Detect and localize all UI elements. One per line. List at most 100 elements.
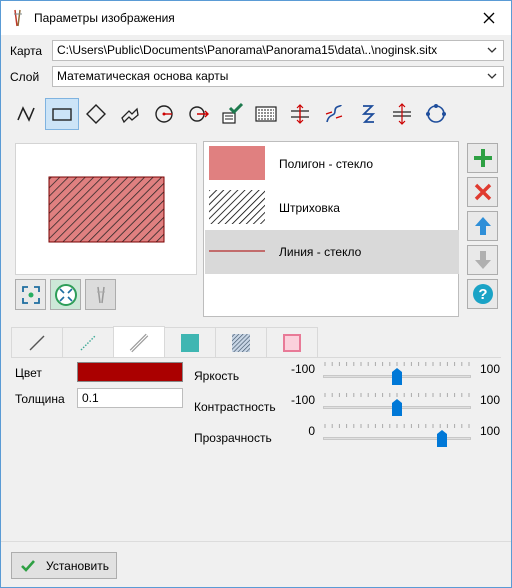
slider-ticks [324, 424, 470, 428]
slider-thumb[interactable] [392, 399, 402, 416]
fit-view-button[interactable] [15, 279, 46, 310]
transparency-max: 100 [480, 424, 501, 438]
color-picker[interactable] [77, 362, 183, 382]
circle-point-tool-button[interactable] [147, 98, 181, 130]
thickness-input[interactable]: 0.1 [77, 388, 183, 408]
paste-style-tool-button[interactable] [215, 98, 249, 130]
dotted-line-icon [80, 335, 96, 351]
arrow-shape-tool-icon [121, 107, 139, 124]
legend-item-label: Штриховка [279, 201, 340, 215]
curve-tool-icon [325, 104, 343, 123]
hatch-fill-icon [232, 334, 250, 352]
line-tool-icon [17, 106, 35, 122]
brightness-max: 100 [480, 362, 501, 376]
circle-arrow-tool-button[interactable] [181, 98, 215, 130]
tab-divider [11, 357, 501, 358]
move-down-button[interactable] [467, 245, 498, 275]
s-curve-tool-button[interactable] [351, 98, 385, 130]
cross-lines-tool-icon [291, 104, 309, 124]
help-button[interactable]: ? [467, 279, 498, 309]
tab-fill[interactable] [164, 327, 216, 358]
hatched-rectangle-preview [48, 176, 165, 243]
slider-thumb[interactable] [392, 368, 402, 385]
legend-list: Полигон - стекло Штриховка Линия - стекл… [203, 141, 459, 317]
layer-select[interactable]: Математическая основа карты [52, 66, 504, 87]
brightness-slider[interactable] [323, 361, 471, 385]
color-label: Цвет [15, 366, 42, 380]
paste-style-tool-icon [222, 102, 244, 124]
zoom-center-button[interactable] [50, 279, 81, 310]
move-up-button[interactable] [467, 211, 498, 241]
slider-ticks [324, 393, 470, 397]
brush-button[interactable] [85, 279, 116, 310]
delete-button[interactable] [467, 177, 498, 207]
transparency-min: 0 [308, 424, 315, 438]
footer-divider [1, 541, 511, 542]
diamond-tool-button[interactable] [79, 98, 113, 130]
tab-line-style[interactable] [11, 327, 63, 358]
contrast-min: -100 [290, 393, 315, 407]
style-preview [15, 143, 197, 275]
thickness-label: Толщина [15, 392, 65, 406]
expand-icon [21, 285, 40, 304]
legend-item-polygon[interactable]: Полигон - стекло [205, 142, 459, 186]
legend-item-label: Линия - стекло [279, 245, 362, 259]
solid-line-icon [29, 335, 45, 351]
circle-refresh-tool-icon [426, 104, 446, 123]
legend-item-label: Полигон - стекло [279, 157, 374, 171]
tab-glass-line[interactable] [113, 326, 165, 358]
app-icon [14, 9, 22, 27]
tab-hatch[interactable] [215, 327, 267, 358]
contrast-slider[interactable] [323, 392, 471, 416]
tab-dotted-line[interactable] [62, 327, 114, 358]
line-swatch [209, 250, 265, 252]
map-label: Карта [10, 44, 43, 58]
hatch-tool-button[interactable] [249, 98, 283, 130]
slider-thumb[interactable] [437, 430, 447, 447]
rectangle-tool-icon [52, 108, 72, 121]
layer-select-value: Математическая основа карты [57, 69, 229, 83]
checkmark-icon [21, 559, 35, 572]
tab-glass-fill[interactable] [266, 327, 318, 358]
layer-label: Слой [10, 70, 40, 84]
chevron-down-icon [487, 47, 497, 53]
double-arrow-tool-icon [393, 103, 411, 125]
brightness-label: Яркость [194, 369, 240, 383]
circle-arrow-tool-icon [189, 106, 209, 122]
curve-tool-button[interactable] [317, 98, 351, 130]
zoom-center-icon [54, 283, 77, 306]
legend-item-line[interactable]: Линия - стекло [205, 230, 459, 274]
brush-icon [96, 286, 105, 303]
glass-fill-icon [283, 334, 301, 352]
rectangle-tool-button[interactable] [45, 98, 79, 130]
help-icon: ? [472, 284, 493, 304]
style-tabs [11, 326, 321, 358]
slider-ticks [324, 362, 470, 366]
line-tool-button[interactable] [9, 98, 43, 130]
add-button[interactable] [467, 143, 498, 173]
map-select[interactable]: C:\Users\Public\Documents\Panorama\Panor… [52, 40, 504, 61]
legend-item-hatch[interactable]: Штриховка [205, 186, 459, 230]
shape-toolbar [9, 98, 499, 130]
svg-text:?: ? [478, 286, 487, 303]
arrow-shape-tool-button[interactable] [113, 98, 147, 130]
image-parameters-dialog: Параметры изображения Карта C:\Users\Pub… [0, 0, 512, 588]
delete-icon [474, 183, 491, 201]
hatch-tool-icon [255, 106, 277, 122]
add-icon [473, 149, 492, 167]
apply-button-label: Установить [46, 558, 109, 573]
circle-point-tool-icon [155, 105, 173, 123]
contrast-label: Контрастность [194, 400, 276, 414]
map-select-value: C:\Users\Public\Documents\Panorama\Panor… [57, 43, 438, 57]
move-up-icon [474, 217, 491, 235]
cross-lines-tool-button[interactable] [283, 98, 317, 130]
chevron-down-icon [487, 73, 497, 79]
close-button[interactable] [475, 5, 503, 31]
title-bar: Параметры изображения [1, 1, 511, 35]
contrast-max: 100 [480, 393, 501, 407]
transparency-slider[interactable] [323, 423, 471, 447]
double-arrow-tool-button[interactable] [385, 98, 419, 130]
apply-button[interactable]: Установить [11, 552, 117, 579]
circle-refresh-tool-button[interactable] [419, 98, 453, 130]
transparency-label: Прозрачность [194, 431, 272, 445]
